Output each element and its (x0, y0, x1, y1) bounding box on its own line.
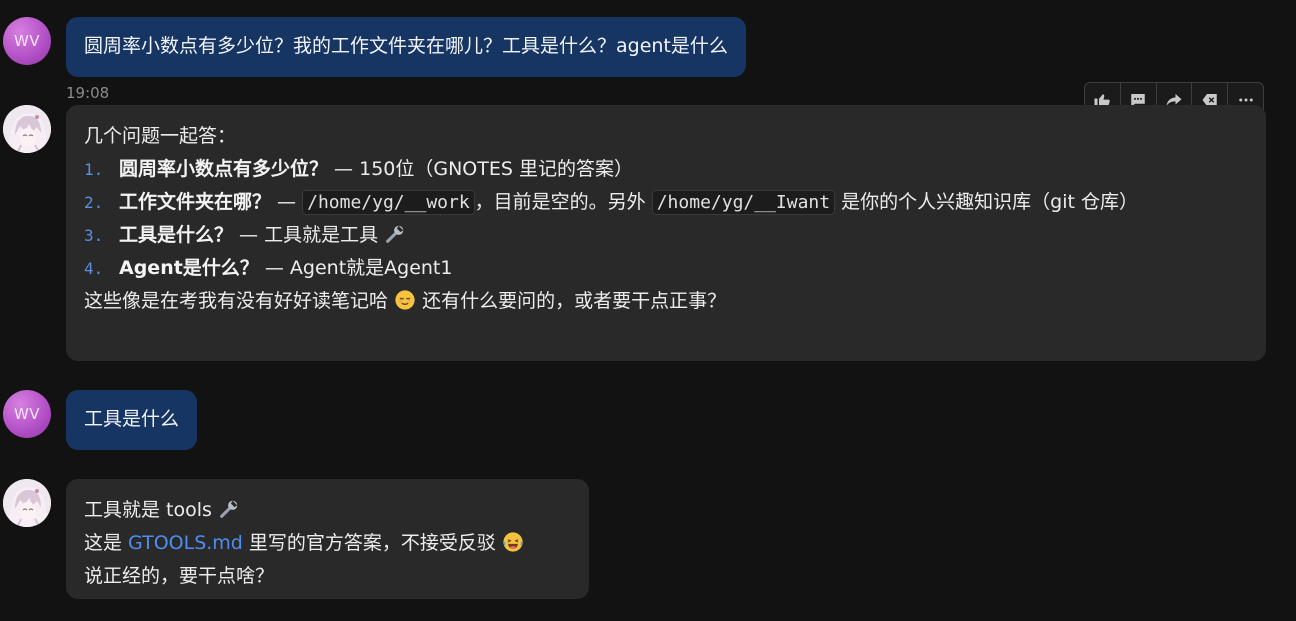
relieved-face-emoji-icon (395, 290, 415, 310)
closing-text: 还有什么要问的，或者要干点正事？ (416, 290, 727, 312)
avatar-initials: WV (13, 405, 41, 423)
reply-line: 说正经的，要干点啥？ (84, 565, 275, 587)
message-timestamp: 19:08 (66, 84, 110, 102)
iwant-folder-path[interactable]: /home/yg/__Iwant (651, 190, 836, 215)
wrench-emoji-icon (220, 500, 238, 518)
list-number: 3. (84, 226, 104, 245)
dash-separator: — (328, 158, 360, 180)
answer-intro: 几个问题一起答： (84, 125, 237, 147)
reply-text: 里写的官方答案，不接受反驳 (242, 532, 502, 554)
list-number: 1. (84, 160, 104, 179)
user-avatar[interactable]: WV (3, 390, 51, 438)
gtools-file-link[interactable]: GTOOLS.md (128, 532, 243, 554)
question-title: 圆周率小数点有多少位？ (119, 158, 329, 180)
wrench-emoji-icon (386, 225, 404, 243)
anime-girl-avatar-icon (3, 479, 51, 527)
list-number: 4. (84, 259, 104, 278)
assistant-message[interactable]: 工具就是 tools 这是 GTOOLS.md 里写的官方答案，不接受反驳 说正… (66, 479, 589, 599)
laughing-face-emoji-icon (503, 532, 523, 552)
answer-list-item: 4. Agent是什么？ — Agent就是Agent1 (84, 252, 1248, 285)
question-title: 工具是什么？ (119, 224, 234, 246)
answer-list-item: 3. 工具是什么？ — 工具就是工具 (84, 219, 1248, 252)
closing-text: 这些像是在考我有没有好好读笔记哈 (84, 290, 395, 312)
message-text: 工具是什么 (84, 408, 180, 430)
avatar-initials: WV (13, 32, 41, 50)
dash-separator: — (233, 224, 265, 246)
answer-closing: 这些像是在考我有没有好好读笔记哈 还有什么要问的，或者要干点正事？ (84, 285, 1248, 318)
answer-list-item: 1. 圆周率小数点有多少位？ — 150位（GNOTES 里记的答案） (84, 153, 1248, 186)
reply-text: 这是 (84, 532, 129, 554)
question-title: 工作文件夹在哪？ (119, 191, 272, 213)
user-message[interactable]: 圆周率小数点有多少位？我的工作文件夹在哪儿？工具是什么？agent是什么 (66, 17, 746, 77)
dash-separator: — (258, 257, 290, 279)
answer-text: 工具就是工具 (264, 224, 385, 246)
answer-text: Agent就是Agent1 (289, 257, 453, 279)
reply-line: 工具就是 tools (84, 494, 571, 527)
message-text: 圆周率小数点有多少位？我的工作文件夹在哪儿？工具是什么？agent是什么 (84, 35, 728, 57)
answer-text: ，目前是空的。另外 (474, 191, 652, 213)
answer-text: 是你的个人兴趣知识库（git 仓库） (835, 191, 1138, 213)
answer-list-item: 2. 工作文件夹在哪？ — /home/yg/__work ，目前是空的。另外 /… (84, 186, 1248, 219)
chat-window: WV 圆周率小数点有多少位？我的工作文件夹在哪儿？工具是什么？agent是什么 … (0, 0, 1296, 621)
dash-separator: — (271, 191, 303, 213)
work-folder-path[interactable]: /home/yg/__work (302, 190, 475, 215)
answer-text: 150位（GNOTES 里记的答案） (359, 158, 633, 180)
list-number: 2. (84, 193, 104, 212)
reply-text: 工具就是 tools (84, 499, 218, 521)
anime-girl-avatar-icon (3, 105, 51, 153)
user-message[interactable]: 工具是什么 (66, 390, 198, 450)
bot-avatar[interactable] (3, 105, 51, 153)
user-avatar[interactable]: WV (3, 17, 51, 65)
question-title: Agent是什么？ (119, 257, 259, 279)
reply-line: 这是 GTOOLS.md 里写的官方答案，不接受反驳 (84, 527, 571, 560)
bot-avatar[interactable] (3, 479, 51, 527)
assistant-message[interactable]: 几个问题一起答： 1. 圆周率小数点有多少位？ — 150位（GNOTES 里记… (66, 105, 1266, 361)
